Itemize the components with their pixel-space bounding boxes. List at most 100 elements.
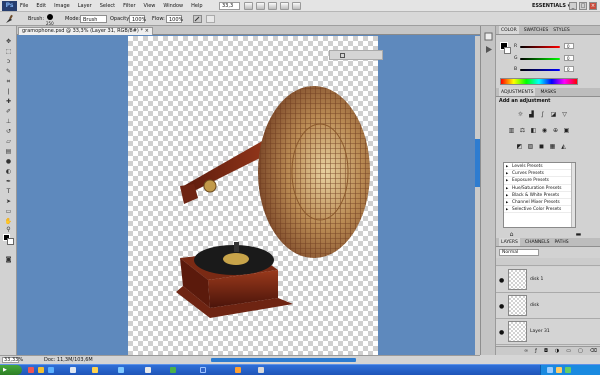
- presets-scrollbar[interactable]: [571, 163, 575, 227]
- palette-icon[interactable]: [340, 53, 345, 58]
- airbrush-icon[interactable]: [193, 15, 202, 23]
- preset-item[interactable]: Black & White Presets: [504, 192, 575, 199]
- tray-icon[interactable]: [556, 367, 562, 373]
- taskbar-app-icon[interactable]: [38, 367, 44, 373]
- preset-item[interactable]: Hue/Saturation Presets: [504, 185, 575, 192]
- preset-item[interactable]: Curves Presets: [504, 170, 575, 178]
- tablet-pressure-icon[interactable]: [206, 15, 215, 23]
- green-slider[interactable]: [520, 58, 560, 60]
- workspace-switcher[interactable]: ESSENTIALS ▾: [532, 0, 570, 12]
- tray-icon[interactable]: [565, 367, 571, 373]
- menu-zoom-field[interactable]: 33,3: [219, 2, 240, 10]
- layer-row[interactable]: ● Layer 31: [496, 319, 600, 345]
- brush-tool-icon[interactable]: ✐: [4, 108, 13, 115]
- close-button[interactable]: ×: [589, 2, 597, 10]
- shape-tool-icon[interactable]: ▭: [4, 208, 13, 215]
- posterize-icon[interactable]: ▨: [527, 143, 534, 150]
- adjustment-menu-icon[interactable]: ▬: [575, 231, 582, 238]
- rotate-view-icon[interactable]: [268, 2, 277, 10]
- layer-row[interactable]: ● disk: [496, 293, 600, 319]
- quick-mask-icon[interactable]: ◙: [4, 256, 13, 263]
- tab-paths[interactable]: PATHS: [554, 238, 568, 246]
- new-adjustment-icon[interactable]: ◑: [555, 347, 559, 355]
- healing-brush-icon[interactable]: ✚: [4, 98, 13, 105]
- red-value-field[interactable]: 0: [564, 43, 574, 49]
- levels-icon[interactable]: ▟: [528, 111, 535, 118]
- zoom-tool-icon[interactable]: ⚲: [4, 226, 13, 233]
- gradient-map-icon[interactable]: ▣: [563, 127, 570, 134]
- visibility-eye-icon[interactable]: ●: [499, 303, 504, 310]
- crop-tool-icon[interactable]: ⌗: [4, 78, 13, 85]
- taskbar-app-icon[interactable]: [28, 367, 34, 373]
- layer-mask-icon[interactable]: ◘: [544, 347, 548, 355]
- image-canvas[interactable]: [128, 36, 378, 355]
- clone-stamp-icon[interactable]: ⊥: [4, 118, 13, 125]
- taskbar-app-icon[interactable]: [70, 367, 76, 373]
- taskbar-app-icon[interactable]: [258, 367, 264, 373]
- threshold-icon[interactable]: ◼: [538, 143, 545, 150]
- start-button[interactable]: ▶: [0, 365, 22, 375]
- clip-to-layer-icon[interactable]: ⌂: [508, 231, 515, 238]
- red-slider[interactable]: [520, 46, 560, 48]
- preset-item[interactable]: Channel Mixer Presets: [504, 199, 575, 206]
- menu-help[interactable]: Help: [191, 0, 202, 12]
- mode-select[interactable]: Brush: [80, 15, 107, 23]
- menu-select[interactable]: Select: [100, 0, 115, 12]
- layer-style-icon[interactable]: ƒ: [535, 347, 537, 355]
- tab-adjustments[interactable]: ADJUSTMENTS: [499, 88, 536, 96]
- eyedropper-icon[interactable]: ǀ: [4, 88, 13, 95]
- brush-tool-icon[interactable]: [4, 14, 14, 24]
- menu-edit[interactable]: Edit: [36, 0, 46, 12]
- path-select-icon[interactable]: ➤: [4, 198, 13, 205]
- visibility-eye-icon[interactable]: ●: [499, 329, 504, 336]
- vibrance-icon[interactable]: ▽: [561, 111, 568, 118]
- history-panel-icon[interactable]: [484, 32, 493, 41]
- taskbar-app-icon[interactable]: [145, 367, 151, 373]
- dodge-tool-icon[interactable]: ◐: [4, 168, 13, 175]
- link-layers-icon[interactable]: ∞: [524, 347, 528, 355]
- blur-tool-icon[interactable]: ●: [4, 158, 13, 165]
- type-tool-icon[interactable]: T: [4, 188, 13, 195]
- preset-item[interactable]: Exposure Presets: [504, 177, 575, 185]
- taskbar-app-icon[interactable]: [235, 367, 241, 373]
- blue-slider[interactable]: [520, 69, 560, 71]
- screen-mode-icon[interactable]: [292, 2, 301, 10]
- menu-view[interactable]: View: [144, 0, 156, 12]
- blue-value-field[interactable]: 0: [564, 66, 574, 72]
- menu-image[interactable]: Image: [54, 0, 70, 12]
- minimize-button[interactable]: _: [569, 2, 577, 10]
- opacity-field[interactable]: 100%: [129, 15, 146, 23]
- history-brush-icon[interactable]: ↺: [4, 128, 13, 135]
- background-color-swatch[interactable]: [7, 238, 14, 245]
- photo-filter-icon[interactable]: ◉: [541, 127, 548, 134]
- marquee-tool-icon[interactable]: ⬚: [4, 48, 13, 55]
- invert-icon[interactable]: ◩: [516, 143, 523, 150]
- gradient-fill-icon[interactable]: ◭: [560, 143, 567, 150]
- channel-mixer-icon[interactable]: ⊕: [552, 127, 559, 134]
- tray-icon[interactable]: [547, 367, 553, 373]
- maximize-button[interactable]: □: [579, 2, 587, 10]
- color-balance-icon[interactable]: ⚖: [519, 127, 526, 134]
- color-bg-swatch[interactable]: [504, 47, 511, 54]
- hand-tool-icon[interactable]: [244, 2, 253, 10]
- menu-file[interactable]: File: [20, 0, 28, 12]
- new-group-icon[interactable]: ▭: [566, 347, 571, 355]
- preset-item[interactable]: Levels Presets: [504, 163, 575, 170]
- tab-masks[interactable]: MASKS: [540, 88, 556, 96]
- layer-row[interactable]: ● disk 1: [496, 267, 600, 293]
- blend-mode-select[interactable]: Normal: [499, 249, 539, 256]
- brightness-contrast-icon[interactable]: ☼: [517, 111, 524, 118]
- eraser-tool-icon[interactable]: ▱: [4, 138, 13, 145]
- new-layer-icon[interactable]: ▢: [578, 347, 583, 355]
- black-white-icon[interactable]: ◧: [530, 127, 537, 134]
- color-spectrum-ramp[interactable]: [500, 78, 578, 85]
- close-tab-icon[interactable]: ×: [145, 28, 149, 35]
- tab-swatches[interactable]: SWATCHES: [524, 26, 549, 34]
- tab-channels[interactable]: CHANNELS: [525, 238, 550, 246]
- tab-layers[interactable]: LAYERS: [499, 238, 520, 246]
- taskbar-app-icon[interactable]: [170, 367, 176, 373]
- taskbar-app-icon[interactable]: [118, 367, 124, 373]
- preset-item[interactable]: Selective Color Presets: [504, 206, 575, 214]
- tab-styles[interactable]: STYLES: [553, 26, 570, 34]
- green-value-field[interactable]: 0: [564, 55, 574, 61]
